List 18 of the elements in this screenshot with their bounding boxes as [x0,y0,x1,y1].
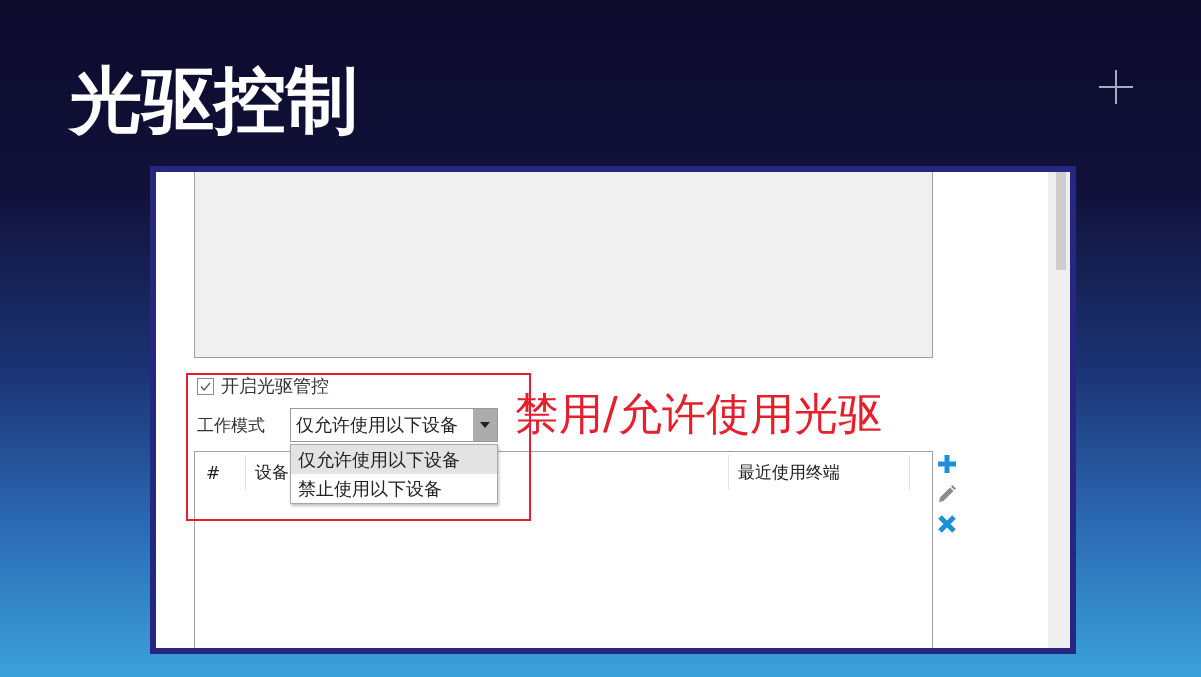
dropdown-option[interactable]: 禁止使用以下设备 [291,474,497,503]
mode-label: 工作模式 [197,413,266,437]
pencil-icon[interactable] [938,485,956,503]
checkmark-icon [200,381,211,391]
table-header-cell: # [206,462,221,483]
plus-icon [1099,70,1133,104]
mode-dropdown[interactable]: 仅允许使用以下设备 [290,408,498,442]
caret-icon [473,409,497,441]
scrollbar-thumb[interactable] [1056,172,1066,270]
checkbox[interactable] [197,377,214,395]
table-header-cell: 最近使用终端 [738,461,840,484]
checkbox-label: 开启光驱管控 [221,376,329,396]
scrollbar[interactable] [1048,172,1070,648]
plus-icon[interactable] [938,455,956,473]
cross-icon[interactable] [938,515,956,533]
page-title: 光驱控制 [70,57,358,143]
table-header-cell: 设备 [255,461,289,484]
dropdown-option[interactable]: 仅允许使用以下设备 [291,445,497,474]
